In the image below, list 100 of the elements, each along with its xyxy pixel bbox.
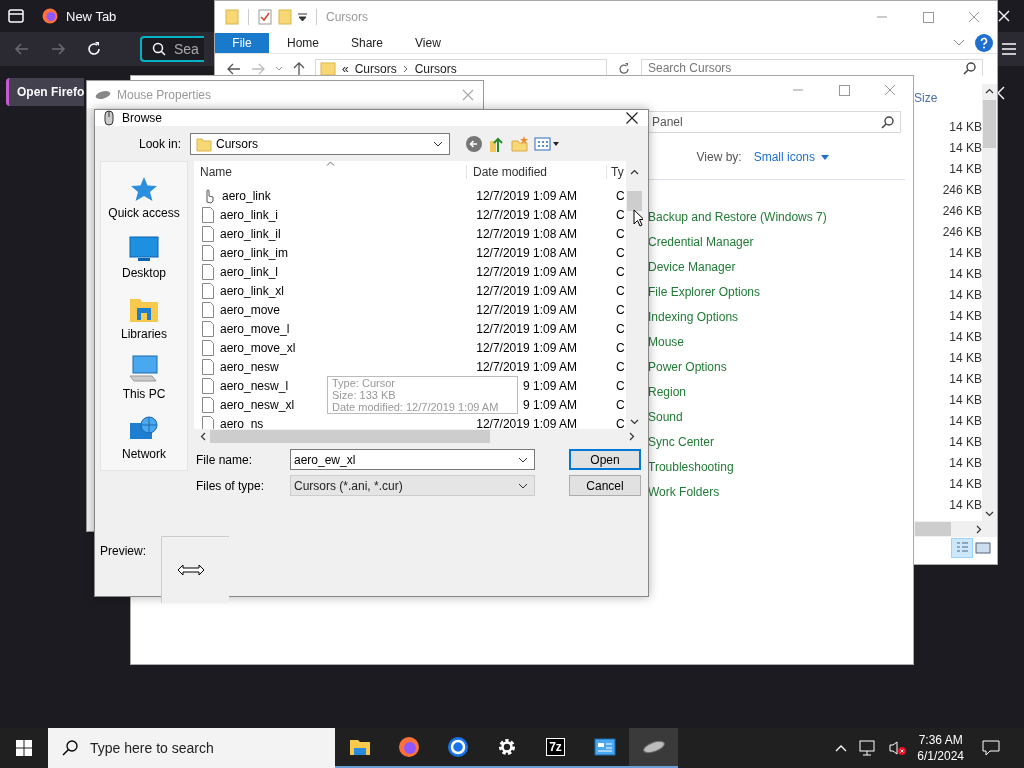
control-panel-link[interactable]: File Explorer Options xyxy=(648,280,761,305)
overflow-chevron[interactable]: « xyxy=(342,62,349,76)
clock[interactable]: 7:36 AM 6/1/2024 xyxy=(917,732,964,764)
file-type: C xyxy=(616,321,625,336)
column-header[interactable]: Date modified xyxy=(466,165,548,179)
control-panel-link[interactable]: Work Folders xyxy=(648,480,720,505)
ribbon-tab[interactable]: Share xyxy=(337,33,398,53)
scroll-right-icon[interactable] xyxy=(629,432,635,441)
checklist-icon[interactable] xyxy=(258,9,272,25)
place-item[interactable]: Quick access xyxy=(101,168,187,228)
dropdown-arrow-icon[interactable] xyxy=(298,13,307,21)
file-name-field[interactable]: aero_ew_xl xyxy=(290,449,535,470)
scroll-up-icon[interactable] xyxy=(630,169,639,175)
table-cell-text: 14 KB xyxy=(949,161,982,178)
ribbon-tab[interactable]: View xyxy=(401,33,455,53)
control-panel-link[interactable]: Sync Center xyxy=(648,430,715,455)
network-icon[interactable] xyxy=(859,740,878,756)
control-panel-link[interactable]: Power Options xyxy=(648,355,727,380)
scroll-up-icon[interactable] xyxy=(985,88,994,94)
scroll-thumb[interactable] xyxy=(915,522,951,536)
file-name[interactable]: aero_ns xyxy=(202,415,264,429)
browser-tab[interactable]: New Tab xyxy=(32,2,127,30)
scroll-thumb[interactable] xyxy=(627,191,642,211)
breadcrumb-item[interactable]: Cursors xyxy=(354,62,397,76)
back-icon[interactable] xyxy=(465,135,483,153)
file-name[interactable]: aero_link_il xyxy=(202,225,281,242)
column-header[interactable]: Size xyxy=(914,91,938,107)
file-date: 12/7/2019 1:09 AM xyxy=(476,359,577,374)
scroll-left-icon[interactable] xyxy=(200,432,206,441)
chevron-down-icon xyxy=(433,141,443,147)
chevron-down-icon[interactable] xyxy=(275,66,283,72)
close-icon[interactable] xyxy=(625,111,639,125)
view-by-dropdown[interactable]: Small icons xyxy=(753,150,829,164)
menu-icon[interactable] xyxy=(1002,43,1016,55)
control-panel-link[interactable]: Mouse xyxy=(648,330,685,355)
file-name[interactable]: aero_link_l xyxy=(202,263,279,280)
place-item[interactable]: Desktop xyxy=(101,228,187,288)
ribbon-tab[interactable]: File xyxy=(215,33,269,53)
file-type-dropdown[interactable]: Cursors (*.ani, *.cur) xyxy=(290,475,535,496)
table-cell-text: 14 KB xyxy=(949,140,982,157)
taskbar-app[interactable]: 7z xyxy=(531,728,580,768)
look-in-dropdown[interactable]: Cursors xyxy=(190,133,450,155)
file-name[interactable]: aero_nesw_xl xyxy=(202,396,295,413)
file-date: 12/7/2019 1:09 AM xyxy=(476,283,577,298)
scrollbar[interactable] xyxy=(982,84,997,521)
control-panel-link[interactable]: Credential Manager xyxy=(648,230,754,255)
control-panel-link[interactable]: Backup and Restore (Windows 7) xyxy=(648,205,827,230)
file-name[interactable]: aero_link_im xyxy=(202,244,289,261)
open-button[interactable]: Open xyxy=(569,449,641,470)
file-name[interactable]: aero_link_i xyxy=(202,206,279,223)
chevron-down-icon xyxy=(518,482,528,489)
search-field[interactable]: Sea xyxy=(140,36,204,62)
chevron-up-icon[interactable] xyxy=(835,744,848,752)
reload-icon[interactable] xyxy=(86,41,102,57)
volume-muted-icon[interactable] xyxy=(889,740,908,756)
refresh-icon[interactable] xyxy=(617,62,631,76)
file-name[interactable]: aero_move_xl xyxy=(202,339,296,356)
taskbar-search-field[interactable]: Type here to search xyxy=(48,728,335,768)
chevron-down-icon[interactable] xyxy=(953,39,965,47)
cancel-button[interactable]: Cancel xyxy=(569,475,641,496)
scroll-down-icon[interactable] xyxy=(630,419,639,425)
scroll-right-icon[interactable] xyxy=(976,524,982,534)
chevron-right-icon[interactable] xyxy=(402,65,409,73)
file-name[interactable]: aero_move_l xyxy=(202,320,290,337)
view-menu-icon[interactable] xyxy=(534,136,560,152)
ribbon-tab[interactable]: Home xyxy=(273,33,333,53)
sort-up-icon xyxy=(326,161,335,166)
file-name[interactable]: aero_link_xl xyxy=(202,282,285,299)
column-header[interactable]: Name xyxy=(200,165,232,179)
scroll-thumb[interactable] xyxy=(983,100,996,148)
file-name[interactable]: aero_move xyxy=(202,301,281,318)
notification-icon[interactable] xyxy=(982,740,1000,756)
archive-icon: 7z xyxy=(546,738,565,756)
place-item[interactable]: Network xyxy=(101,408,187,468)
help-icon[interactable] xyxy=(975,34,993,52)
place-item[interactable]: This PC xyxy=(101,348,187,408)
file-date: 12/7/2019 1:09 AM xyxy=(476,340,577,355)
file-name[interactable]: aero_nesw xyxy=(202,358,279,375)
mouse-icon xyxy=(641,740,666,754)
banner-button[interactable]: Open Firefo xyxy=(6,78,85,106)
thumbnails-view-icon[interactable] xyxy=(975,541,991,555)
file-name[interactable]: aero_link xyxy=(202,187,271,204)
back-arrow-icon[interactable] xyxy=(227,63,241,75)
up-arrow-icon[interactable] xyxy=(293,62,305,76)
forward-arrow-icon[interactable] xyxy=(50,41,66,57)
place-item[interactable]: Libraries xyxy=(101,288,187,348)
breadcrumb-item[interactable]: Cursors xyxy=(414,62,457,76)
control-panel-link[interactable]: Sound xyxy=(648,405,683,430)
control-panel-link[interactable]: Region xyxy=(648,380,687,405)
file-date: 9 1:09 AM xyxy=(522,378,577,393)
scroll-down-icon[interactable] xyxy=(985,511,994,517)
scroll-thumb[interactable] xyxy=(210,430,490,443)
control-panel-link[interactable]: Indexing Options xyxy=(648,305,739,330)
column-header[interactable]: Ty xyxy=(606,165,624,179)
windows-logo-icon[interactable] xyxy=(16,740,32,756)
file-name[interactable]: aero_nesw_l xyxy=(202,377,289,394)
tab-list-icon[interactable] xyxy=(8,9,24,23)
taskbar-app[interactable] xyxy=(629,728,678,768)
control-panel-link[interactable]: Device Manager xyxy=(648,255,736,280)
control-panel-link[interactable]: Troubleshooting xyxy=(648,455,734,480)
